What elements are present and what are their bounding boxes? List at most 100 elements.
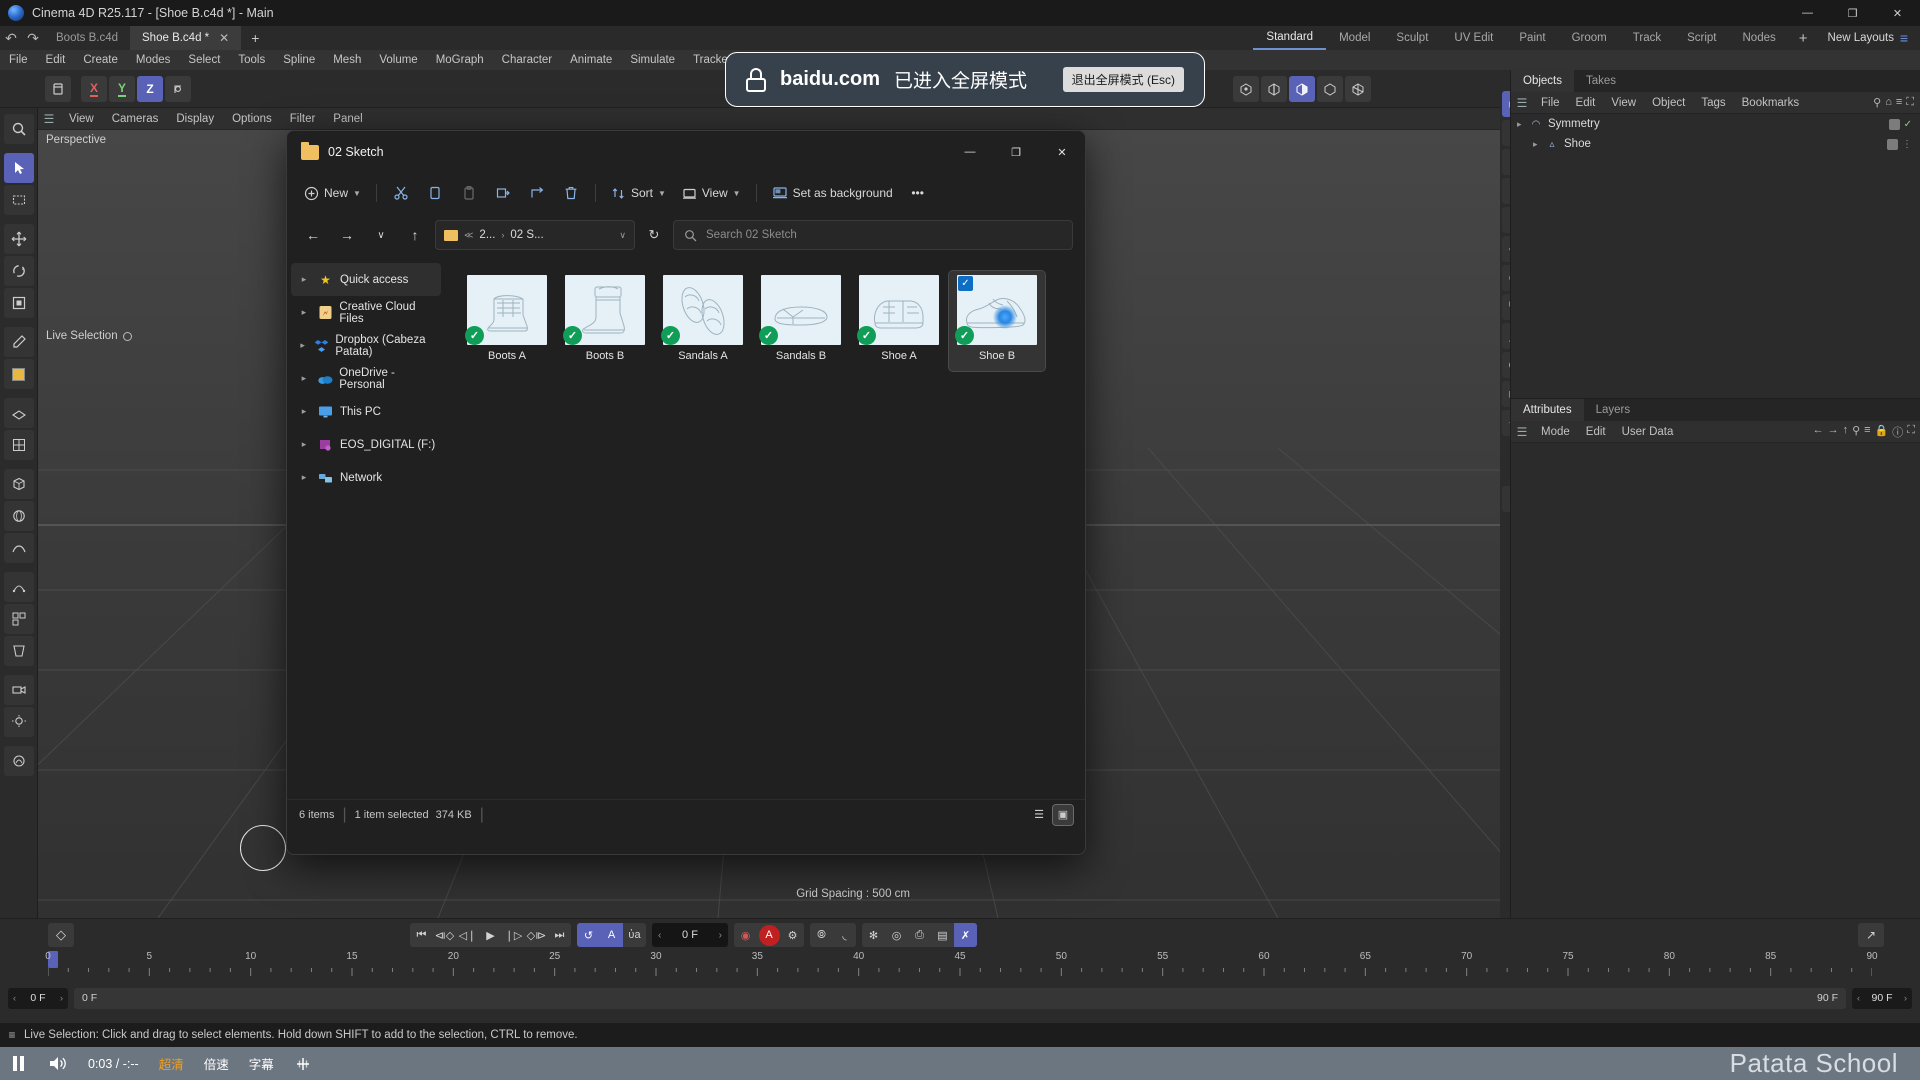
refresh-button[interactable]: ↻ [641,222,667,248]
sidebar-item-network[interactable]: ▸ Network [291,461,441,494]
scale-tool-icon[interactable] [3,288,34,318]
deformer-icon[interactable] [3,636,34,666]
keyframe-selection-icon[interactable]: ⚙ [781,923,804,947]
recent-locations-button[interactable]: ∨ [367,221,395,249]
layout-nodes[interactable]: Nodes [1730,26,1789,50]
objects-menu-edit[interactable]: Edit [1568,97,1604,109]
objects-menu-tags[interactable]: Tags [1693,97,1733,109]
tab-objects[interactable]: Objects [1511,70,1574,92]
objects-menu-bookmarks[interactable]: Bookmarks [1734,97,1808,109]
menu-character[interactable]: Character [493,50,562,70]
layout-script[interactable]: Script [1674,26,1729,50]
forward-button[interactable]: → [333,221,361,249]
selection-checkbox[interactable]: ✓ [958,276,973,291]
explorer-maximize-button[interactable]: ❐ [993,131,1039,173]
thumbnail-view-toggle[interactable]: ▣ [1052,803,1074,826]
layout-track[interactable]: Track [1620,26,1674,50]
chevron-right-icon[interactable]: ▸ [297,274,311,285]
viewport-menu-panel[interactable]: Panel [324,113,371,125]
undo-icon[interactable]: ↶ [0,30,22,47]
expand-arrow-icon[interactable]: ▸ [1533,139,1545,150]
chevron-right-icon[interactable]: ▸ [297,472,311,483]
tab-close-icon[interactable]: ✕ [219,31,229,45]
edge-mode-icon[interactable] [1261,75,1287,102]
tab-attributes[interactable]: Attributes [1511,399,1584,421]
document-tab-0[interactable]: Boots B.c4d [44,26,130,50]
sound-icon[interactable]: ὐa [623,923,646,947]
menu-edit[interactable]: Edit [37,50,75,70]
rectangle-selection-tool-icon[interactable] [3,185,34,215]
breadcrumb[interactable]: ≪ 2... › 02 S... ∨ [435,220,635,250]
viewport-menu-cameras[interactable]: Cameras [103,113,168,125]
volume-button[interactable] [37,1055,78,1072]
new-layouts-label[interactable]: New Layouts [1818,32,1894,44]
exit-fullscreen-button[interactable]: 退出全屏模式 (Esc) [1062,67,1184,92]
fullscreen-button[interactable] [284,1056,322,1072]
cut-button[interactable] [385,178,417,208]
sidebar-item-onedrive[interactable]: ▸ OneDrive - Personal [291,362,441,395]
chevron-right-icon[interactable]: ▸ [297,406,311,417]
point-level-animation-icon[interactable]: ✻ [862,923,885,947]
light-icon[interactable] [3,707,34,737]
point-mode-icon[interactable] [1233,75,1259,102]
close-button[interactable]: ✕ [1875,0,1920,26]
sidebar-item-creative-cloud[interactable]: ▸ 🗲 Creative Cloud Files [291,296,441,329]
more-options-button[interactable]: ••• [902,178,934,208]
breadcrumb-segment-current[interactable]: 02 S... [510,229,543,241]
move-tool-icon[interactable] [3,224,34,254]
objects-expand-icon[interactable]: ⛶ [1906,96,1914,109]
param-key-icon[interactable]: ⎙ [908,923,931,947]
details-view-toggle[interactable]: ☰ [1029,805,1049,825]
camera-icon[interactable] [3,675,34,705]
rotate-tool-icon[interactable] [3,256,34,286]
menu-animate[interactable]: Animate [561,50,621,70]
attributes-info-icon[interactable]: ⓘ [1892,424,1903,440]
record-keyframe-button[interactable]: ◇ [48,923,74,947]
view-button[interactable]: View ▼ [675,178,748,208]
sidebar-item-quick-access[interactable]: ▸ ★ Quick access [291,263,441,296]
redo-icon[interactable]: ↷ [22,30,44,47]
prev-key-button[interactable]: ⧏◇ [433,923,456,947]
chevron-down-icon[interactable]: ▼ [658,189,666,198]
search-box[interactable]: Search 02 Sketch [673,220,1073,250]
chevron-down-icon[interactable]: ▼ [733,189,741,198]
tab-takes[interactable]: Takes [1574,70,1628,92]
back-button[interactable]: ← [299,221,327,249]
chevron-down-icon[interactable]: ▼ [353,189,361,198]
breadcrumb-dropdown-icon[interactable]: ∨ [619,230,626,241]
file-item-shoe-b[interactable]: ✓ ✓ Shoe B [948,270,1046,372]
menu-select[interactable]: Select [179,50,229,70]
attributes-up-icon[interactable]: ↑ [1843,424,1849,440]
axis-x-lock-icon[interactable]: X [81,75,107,102]
layout-groom[interactable]: Groom [1559,26,1620,50]
next-key-button[interactable]: ◇⧐ [525,923,548,947]
mute-keys-icon[interactable]: ✗ [954,923,977,947]
objects-menu-icon[interactable]: ☰ [1511,96,1533,110]
rotation-key-icon[interactable]: ◟ [833,923,856,947]
minimize-button[interactable]: — [1785,0,1830,26]
subtitles-button[interactable]: 字幕 [239,1054,284,1073]
file-grid[interactable]: ✓ Boots A ✓ Boots B ✓ Sandals A ✓ Sandal… [445,257,1085,799]
file-item-sandals-b[interactable]: ✓ Sandals B [753,271,849,371]
go-to-end-button[interactable]: ⏭ [548,923,571,947]
sidebar-item-this-pc[interactable]: ▸ This PC [291,395,441,428]
explorer-minimize-button[interactable]: — [947,131,993,173]
up-button[interactable]: ↑ [401,221,429,249]
breadcrumb-segment-first[interactable]: 2... [479,229,495,241]
viewport-menu-view[interactable]: View [60,113,103,125]
spline-pen-icon[interactable] [3,533,34,563]
viewport-menu-display[interactable]: Display [167,113,223,125]
axis-y-lock-icon[interactable]: Y [109,75,135,102]
step-back-button[interactable]: ◁❘ [456,923,479,947]
object-dots-icon[interactable]: ⋮ [1902,139,1912,150]
timeline-graph-button[interactable]: ↗ [1858,923,1884,947]
viewport-menu-options[interactable]: Options [223,113,281,125]
search-input[interactable]: Search 02 Sketch [706,229,797,241]
layout-sculpt[interactable]: Sculpt [1383,26,1441,50]
world-coordinates-icon[interactable] [165,75,191,102]
menu-modes[interactable]: Modes [127,50,180,70]
sort-button[interactable]: Sort ▼ [604,178,673,208]
object-tag-icon[interactable] [1887,138,1898,150]
timeline-scrubber[interactable]: 0 F 90 F [74,987,1846,1009]
new-button[interactable]: New ▼ [297,178,368,208]
